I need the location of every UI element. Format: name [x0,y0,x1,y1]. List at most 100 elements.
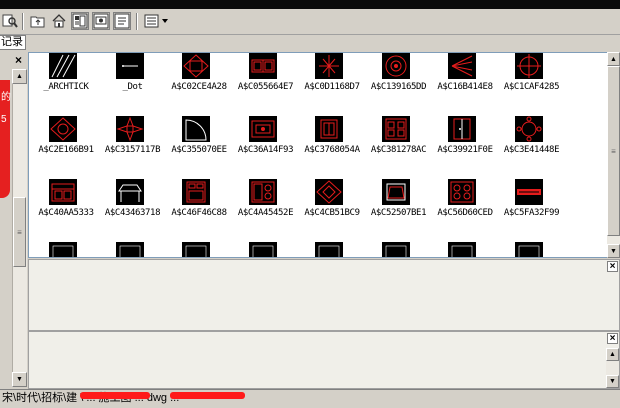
block-label: A$C0D1168D7 [304,82,360,92]
folder-up-icon[interactable] [29,12,47,30]
block-thumbnail [315,242,343,257]
block-thumbnail [248,53,277,79]
block-thumbnail [182,242,210,257]
block-label: A$C56D60CED [437,208,493,218]
block-item[interactable]: _ARCHTICK [31,53,101,107]
block-thumbnail [115,179,144,205]
block-item[interactable]: A$C3E41448E [497,116,567,170]
block-thumbnail [448,116,476,142]
block-thumbnail [381,242,410,257]
block-item[interactable] [31,242,101,257]
block-thumbnail [248,242,277,257]
vertical-scrollbar[interactable]: ▲ ▼ [606,348,619,388]
block-item[interactable]: A$C139165DD [364,53,434,107]
block-label: A$C4CB51BC9 [304,208,360,218]
close-icon[interactable]: × [607,261,618,272]
vertical-scrollbar[interactable]: ▲ ≡ ▼ [607,52,620,258]
block-item[interactable]: A$C43463718 [98,179,168,233]
scroll-thumb[interactable]: ≡ [607,66,620,236]
block-item[interactable]: A$C56D60CED [430,179,500,233]
side-label: 5 [1,114,7,125]
scroll-thumb[interactable]: ≡ [13,197,26,267]
block-thumbnail [448,242,476,257]
toolbar [0,9,620,35]
redaction-mark [170,392,245,399]
block-thumbnail [182,116,210,142]
block-label: A$C4A45452E [237,208,294,218]
block-item[interactable] [98,242,168,257]
block-thumbnail [315,53,343,79]
block-item[interactable]: A$C381278AC [364,116,434,170]
folder-pane: × 的 5 ▲ ≡ ▼ [0,52,27,389]
block-item[interactable] [297,242,367,257]
block-label: A$C381278AC [370,145,427,155]
block-item[interactable]: A$C5FA32F99 [497,179,567,233]
block-item[interactable] [164,242,234,257]
block-item[interactable]: A$C0D1168D7 [297,53,367,107]
block-label: A$C02CE4A28 [171,82,227,92]
scroll-down-icon[interactable]: ▼ [606,375,619,388]
toolbar-separator [136,13,138,30]
scroll-up-icon[interactable]: ▲ [607,52,620,66]
redaction-mark [80,392,150,399]
block-thumbnail [49,242,77,257]
block-item[interactable]: A$C355070EE [164,116,234,170]
close-icon[interactable]: × [12,54,25,67]
close-icon[interactable]: × [607,333,618,344]
scroll-up-icon[interactable]: ▲ [606,348,619,361]
block-thumbnail [381,53,410,79]
scroll-down-icon[interactable]: ▼ [12,372,27,387]
block-item[interactable] [364,242,434,257]
block-item[interactable]: A$C16B414E8 [430,53,500,107]
search-icon[interactable] [1,12,19,30]
vertical-scrollbar[interactable]: ▲ ≡ ▼ [12,69,27,387]
block-item[interactable]: A$C39921F0E [430,116,500,170]
block-item[interactable]: A$C46F46C88 [164,179,234,233]
block-thumbnail [49,179,77,205]
tree-view-icon[interactable] [71,12,89,30]
block-thumbnail [514,53,543,79]
block-item[interactable]: A$C40AA5333 [31,179,101,233]
block-item[interactable]: A$C3157117B [98,116,168,170]
scroll-down-icon[interactable]: ▼ [607,244,620,258]
scroll-up-icon[interactable]: ▲ [12,69,27,84]
block-thumbnail [182,179,210,205]
block-thumbnail [49,53,77,79]
block-item[interactable] [231,242,301,257]
block-label: A$C3768054A [304,145,360,155]
block-item[interactable]: A$C4A45452E [231,179,301,233]
description-icon[interactable] [113,12,131,30]
block-label: A$C2E166B91 [38,145,94,155]
block-thumbnail [448,179,476,205]
block-thumbnail [182,53,210,79]
views-icon[interactable] [143,12,171,30]
block-item[interactable]: A$C4CB51BC9 [297,179,367,233]
block-item[interactable]: A$C1CAF4285 [497,53,567,107]
block-item[interactable] [497,242,567,257]
block-thumbnail [115,53,144,79]
block-label: A$C40AA5333 [38,208,94,218]
preview-icon[interactable] [92,12,110,30]
block-item[interactable]: A$C52507BE1 [364,179,434,233]
block-item[interactable]: A$C36A14F93 [231,116,301,170]
block-label: A$C36A14F93 [237,145,294,155]
block-thumbnail [381,116,410,142]
block-thumbnail [49,116,77,142]
toolbar-separator [22,13,24,30]
block-thumbnail [448,53,476,79]
preview-panel: × [28,259,620,331]
block-palette: _ARCHTICK _Dot A$C02CE4A28 A$C055664E7 A$C0D… [28,52,608,258]
block-item[interactable]: A$C2E166B91 [31,116,101,170]
home-icon[interactable] [50,12,68,30]
side-label: 的 [1,92,11,103]
block-item[interactable] [430,242,500,257]
block-thumbnail [248,116,277,142]
block-item[interactable]: _Dot [98,53,168,107]
tab-history[interactable]: 记录 [0,35,26,50]
block-label: A$C52507BE1 [370,208,427,218]
block-item[interactable]: A$C02CE4A28 [164,53,234,107]
block-item[interactable]: A$C055664E7 [231,53,301,107]
block-label: A$C5FA32F99 [503,208,560,218]
block-thumbnail [315,116,343,142]
block-item[interactable]: A$C3768054A [297,116,367,170]
